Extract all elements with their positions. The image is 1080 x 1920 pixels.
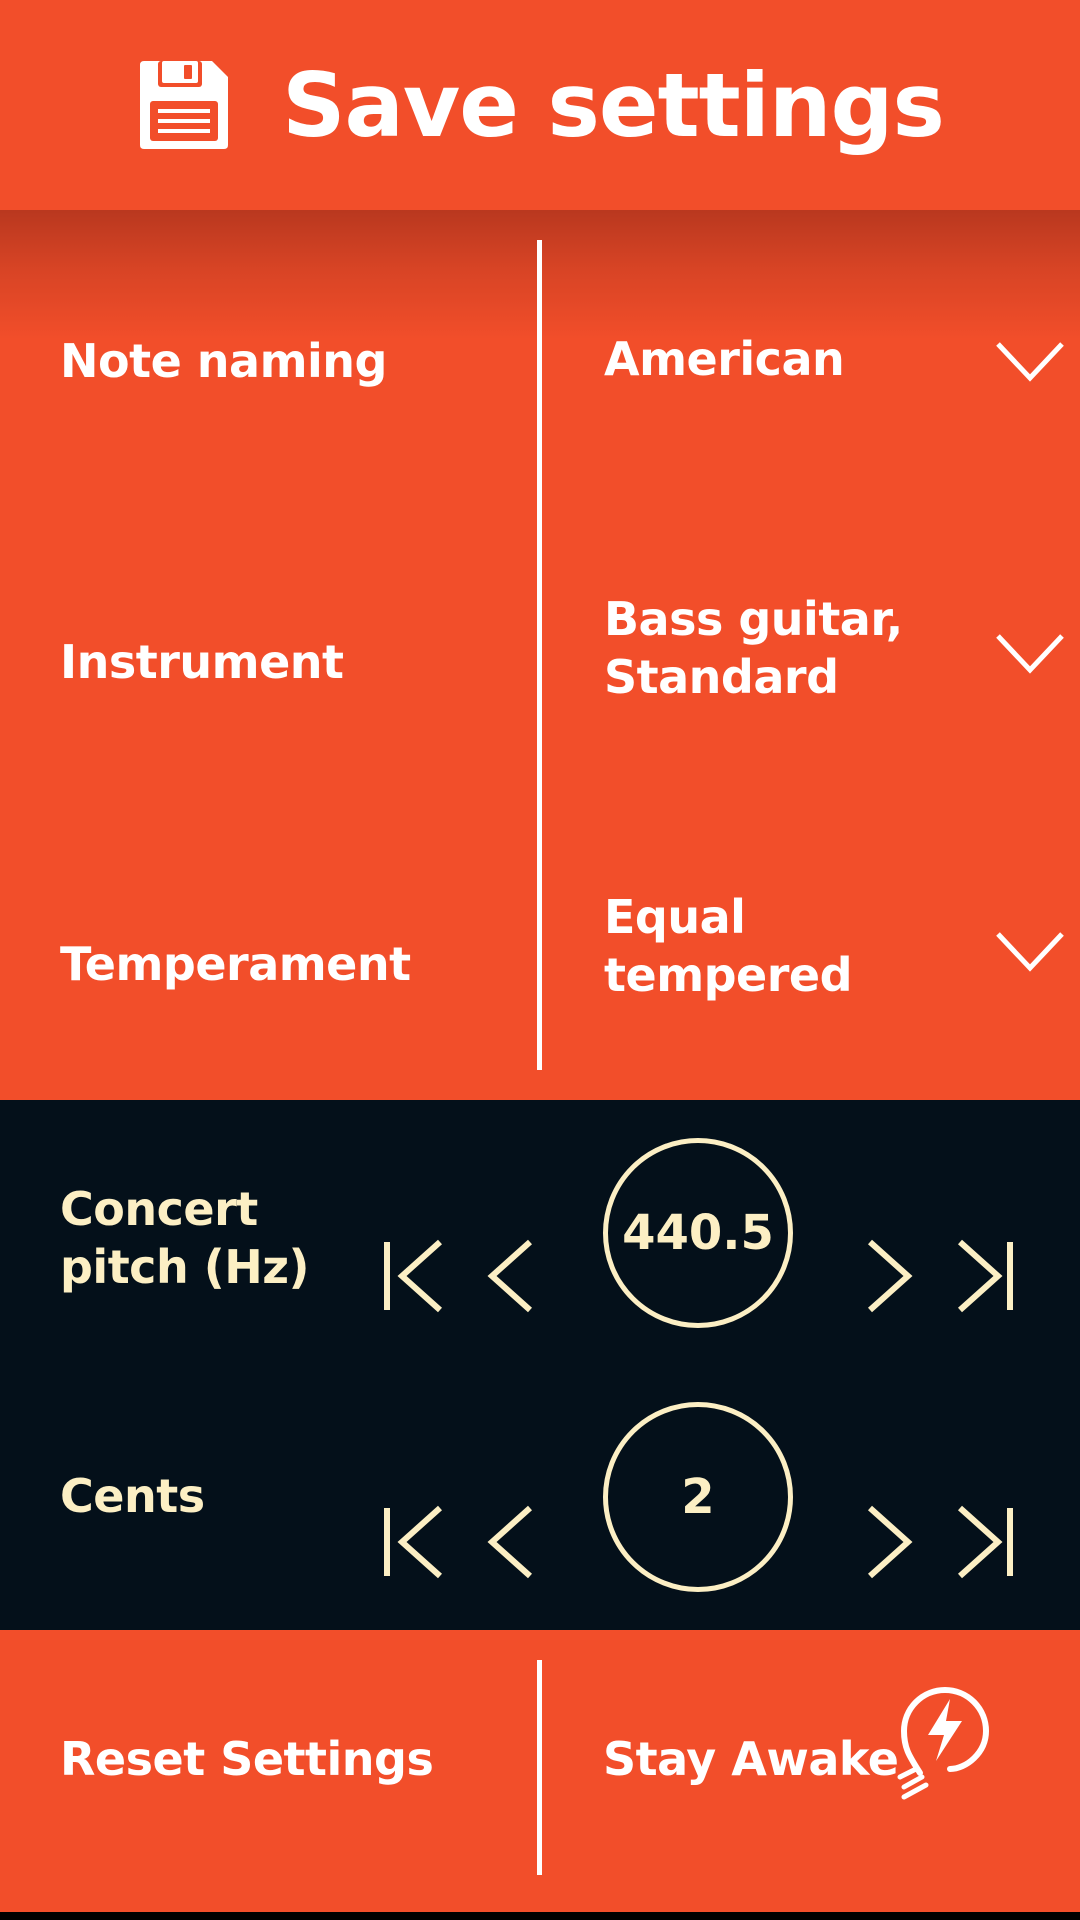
temperament-value: Equal tempered — [604, 890, 853, 1002]
skip-to-first-icon — [384, 1505, 443, 1579]
temperament-label: Temperament — [60, 937, 411, 991]
bottom-bar: Reset Settings Stay Awake — [0, 1630, 1080, 1912]
tuner-settings-screen: Save settings Note naming American Instr… — [0, 0, 1080, 1920]
stay-awake-button[interactable]: Stay Awake — [543, 1670, 1080, 1870]
settings-panel: Note naming American Instrument Bass gui… — [0, 210, 1080, 1100]
chevron-down-icon — [996, 342, 1064, 382]
concert-pitch-prev-button[interactable] — [478, 1230, 558, 1320]
chevron-left-icon — [487, 1239, 533, 1313]
floppy-disk-icon — [136, 57, 232, 153]
concert-pitch-value-text: 440.5 — [622, 1205, 774, 1261]
page-title: Save settings — [282, 53, 945, 157]
lightbulb-bolt-icon — [897, 1687, 990, 1800]
skip-to-last-icon — [957, 1505, 1013, 1579]
note-naming-label: Note naming — [60, 334, 387, 388]
cents-next-button[interactable] — [862, 1496, 942, 1586]
pitch-panel: Concert pitch (Hz) 440.5 Cents 2 — [0, 1100, 1080, 1630]
chevron-right-icon — [867, 1505, 913, 1579]
reset-settings-label: Reset Settings — [60, 1732, 434, 1786]
bottom-edge — [0, 1912, 1080, 1920]
note-naming-value: American — [604, 332, 845, 386]
cents-first-button[interactable] — [380, 1496, 460, 1586]
cents-label: Cents — [60, 1469, 205, 1523]
concert-pitch-last-button[interactable] — [953, 1230, 1033, 1320]
skip-to-first-icon — [384, 1239, 443, 1313]
save-settings-button[interactable]: Save settings — [0, 0, 1080, 210]
instrument-dropdown[interactable]: Bass guitar, Standard — [540, 550, 1080, 750]
cents-prev-button[interactable] — [478, 1496, 558, 1586]
concert-pitch-first-button[interactable] — [380, 1230, 460, 1320]
cents-last-button[interactable] — [953, 1496, 1033, 1586]
instrument-value: Bass guitar, Standard — [604, 592, 903, 704]
temperament-dropdown[interactable]: Equal tempered — [540, 840, 1080, 1040]
cents-value[interactable]: 2 — [603, 1402, 793, 1592]
vertical-divider — [537, 1660, 542, 1875]
stay-awake-label: Stay Awake — [603, 1732, 899, 1786]
cents-value-text: 2 — [681, 1469, 715, 1525]
note-naming-dropdown[interactable]: American — [540, 260, 1080, 460]
concert-pitch-label: Concert pitch (Hz) — [60, 1182, 310, 1294]
reset-settings-button[interactable]: Reset Settings — [0, 1670, 535, 1870]
chevron-down-icon — [996, 932, 1064, 972]
skip-to-last-icon — [957, 1239, 1013, 1313]
chevron-left-icon — [487, 1505, 533, 1579]
chevron-right-icon — [867, 1239, 913, 1313]
chevron-down-icon — [996, 634, 1064, 674]
concert-pitch-value[interactable]: 440.5 — [603, 1138, 793, 1328]
instrument-label: Instrument — [60, 635, 344, 689]
concert-pitch-next-button[interactable] — [862, 1230, 942, 1320]
